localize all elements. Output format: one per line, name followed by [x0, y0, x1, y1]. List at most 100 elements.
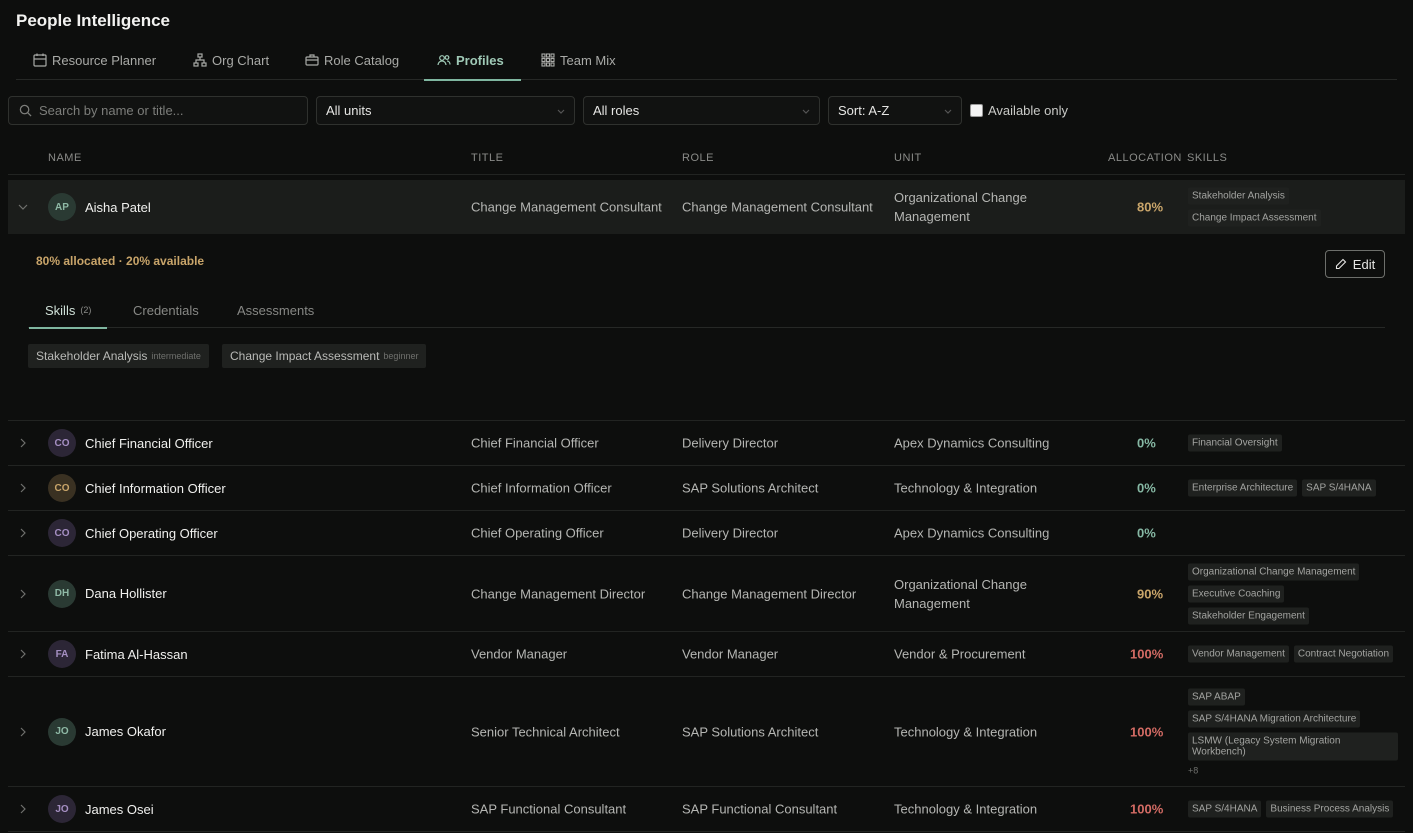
skill-level: intermediate: [151, 351, 201, 361]
tab-profiles[interactable]: Profiles: [424, 40, 521, 81]
available-only-toggle[interactable]: Available only: [970, 103, 1068, 118]
chevron-right-icon[interactable]: [17, 648, 29, 660]
skill-name: Stakeholder Analysis: [36, 349, 148, 363]
allocation-value: 100%: [1130, 646, 1164, 662]
pencil-icon: [1335, 258, 1347, 270]
person-name: Chief Operating Officer: [85, 525, 218, 541]
grid-icon: [541, 53, 555, 67]
profile-detail-panel: 80% allocated · 20% available Edit Skill…: [8, 234, 1405, 421]
skill-chip: Organizational Change Management: [1188, 563, 1360, 580]
table-row[interactable]: CO Chief Information Officer Chief Infor…: [8, 466, 1405, 511]
tab-resource-planner[interactable]: Resource Planner: [33, 40, 156, 80]
edit-label: Edit: [1352, 256, 1376, 272]
skill-chip: Business Process Analysis: [1266, 800, 1394, 818]
person-name: Fatima Al-Hassan: [85, 646, 188, 662]
column-header-role[interactable]: ROLE: [682, 152, 714, 164]
person-title: Chief Financial Officer: [471, 435, 599, 451]
skill-chip: Vendor Management: [1188, 645, 1289, 663]
person-name-cell: JO James Osei: [48, 795, 154, 823]
tab-org-chart[interactable]: Org Chart: [193, 40, 269, 80]
skill-chip: Change Impact Assessment: [1188, 209, 1321, 227]
skills-cell: SAP S/4HANA Business Process Analysis: [1188, 800, 1398, 818]
table-row[interactable]: FA Fatima Al-Hassan Vendor Manager Vendo…: [8, 632, 1405, 677]
calendar-icon: [33, 53, 47, 67]
table-row[interactable]: JO James Okafor Senior Technical Archite…: [8, 677, 1405, 787]
unit-filter-select[interactable]: All units: [316, 96, 575, 125]
skills-cell: Vendor Management Contract Negotiation: [1188, 645, 1398, 663]
column-header-unit[interactable]: UNIT: [894, 152, 922, 164]
person-unit: Organizational Change Management: [894, 190, 1027, 224]
available-only-label: Available only: [988, 103, 1068, 118]
table-row[interactable]: DH Dana Hollister Change Management Dire…: [8, 556, 1405, 632]
search-input[interactable]: [39, 103, 289, 118]
chevron-right-icon[interactable]: [17, 482, 29, 494]
table-row[interactable]: CO Chief Operating Officer Chief Operati…: [8, 511, 1405, 556]
skills-cell: Financial Oversight: [1188, 434, 1398, 452]
sort-select[interactable]: Sort: A-Z: [828, 96, 962, 125]
column-header-title[interactable]: TITLE: [471, 152, 503, 164]
tab-team-mix[interactable]: Team Mix: [541, 40, 616, 80]
more-skills-count: +8: [1188, 765, 1199, 775]
person-title: Senior Technical Architect: [471, 724, 620, 739]
person-role: SAP Solutions Architect: [682, 480, 819, 496]
table-row[interactable]: JO James Osei SAP Functional Consultant …: [8, 787, 1405, 832]
tab-label: Resource Planner: [52, 52, 157, 68]
person-title: Change Management Director: [471, 586, 646, 601]
skills-count-badge: (2): [80, 305, 92, 315]
avatar: JO: [48, 795, 76, 823]
skill-name: Change Impact Assessment: [230, 349, 380, 363]
person-unit: Technology & Integration: [894, 801, 1038, 817]
edit-button[interactable]: Edit: [1325, 250, 1385, 278]
search-box[interactable]: [8, 96, 308, 125]
unit-filter-value: All units: [326, 103, 372, 118]
org-chart-icon: [193, 53, 207, 67]
chevron-right-icon[interactable]: [17, 527, 29, 539]
avatar: DH: [48, 579, 76, 608]
person-name-cell: DH Dana Hollister: [48, 579, 167, 608]
allocation-value: 0%: [1137, 435, 1156, 451]
tab-assessments[interactable]: Assessments: [237, 292, 314, 328]
column-header-name[interactable]: NAME: [48, 152, 82, 164]
skill-chip: SAP S/4HANA Migration Architecture: [1188, 710, 1361, 727]
chevron-right-icon[interactable]: [17, 437, 29, 449]
main-tabs: Resource Planner Org Chart Role Catalog …: [16, 40, 1397, 81]
allocation-value: 0%: [1137, 525, 1156, 541]
available-only-checkbox[interactable]: [970, 104, 983, 117]
person-unit: Technology & Integration: [894, 724, 1038, 739]
table-row[interactable]: AP Aisha Patel Change Management Consult…: [8, 180, 1405, 234]
tab-skills[interactable]: Skills (2): [28, 292, 108, 329]
skills-cell: Enterprise Architecture SAP S/4HANA: [1188, 479, 1398, 497]
skill-chip: SAP S/4HANA: [1188, 800, 1262, 818]
skills-cell: Stakeholder Analysis Change Impact Assess…: [1188, 187, 1398, 227]
role-filter-select[interactable]: All roles: [583, 96, 820, 125]
tab-role-catalog[interactable]: Role Catalog: [305, 40, 399, 80]
app-title: People Intelligence: [16, 11, 170, 30]
detail-tabs: Skills (2) Credentials Assessments: [28, 292, 1385, 329]
person-role: SAP Solutions Architect: [682, 724, 819, 739]
person-role: Delivery Director: [682, 525, 779, 541]
person-name-cell: CO Chief Financial Officer: [48, 429, 213, 457]
skill-chip: SAP ABAP: [1188, 688, 1245, 705]
skill-pill: Change Impact Assessment beginner: [222, 344, 427, 368]
chevron-down-icon[interactable]: [17, 201, 29, 213]
tab-credentials[interactable]: Credentials: [133, 292, 199, 328]
person-title: Chief Information Officer: [471, 480, 612, 496]
column-header-skills[interactable]: SKILLS: [1187, 152, 1227, 164]
chevron-right-icon[interactable]: [17, 803, 29, 815]
person-role: SAP Functional Consultant: [682, 801, 838, 817]
person-title: Change Management Consultant: [471, 199, 662, 215]
allocation-value: 80%: [1137, 199, 1164, 215]
chevron-down-icon: [802, 109, 810, 114]
person-title: Chief Operating Officer: [471, 525, 604, 541]
skills-cell: Organizational Change Management Executiv…: [1188, 563, 1398, 624]
person-name-cell: CO Chief Information Officer: [48, 474, 226, 502]
column-header-allocation[interactable]: ALLOCATION: [1108, 152, 1182, 164]
table-row[interactable]: CO Chief Financial Officer Chief Financi…: [8, 421, 1405, 466]
skills-cell: SAP ABAP SAP S/4HANA Migration Architectu…: [1188, 688, 1398, 775]
search-icon: [19, 104, 32, 117]
person-role: Change Management Director: [682, 586, 857, 601]
chevron-right-icon[interactable]: [17, 726, 29, 738]
person-name: Chief Financial Officer: [85, 435, 213, 451]
avatar: CO: [48, 429, 76, 457]
chevron-right-icon[interactable]: [17, 588, 29, 600]
